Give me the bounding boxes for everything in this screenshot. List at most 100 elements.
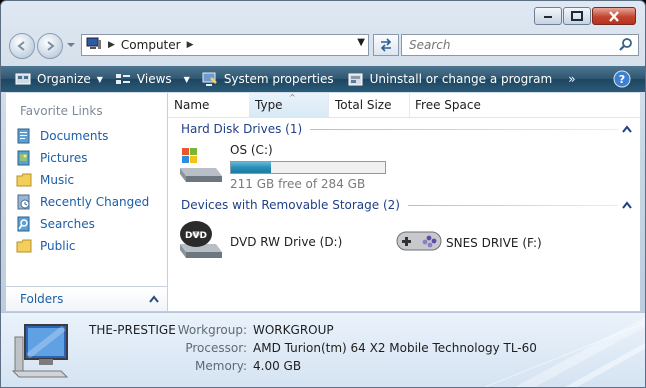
folders-toggle[interactable]: Folders (6, 286, 167, 311)
column-label: Name (174, 98, 210, 112)
recent-pages-dropdown[interactable] (66, 39, 76, 51)
fav-link-label: Pictures (40, 151, 88, 165)
dvd-drive-icon: DVD (176, 218, 224, 265)
details-pane: THE-PRESTIGE Workgroup: WORKGROUP Proces… (1, 312, 645, 387)
refresh-icon (380, 38, 392, 52)
column-header-free-space[interactable]: Free Space (409, 93, 505, 117)
search-box[interactable] (401, 34, 639, 56)
workgroup-label: Workgroup: (177, 323, 247, 337)
breadcrumb-separator-icon[interactable]: ▶ (187, 40, 194, 50)
drive-name: SNES DRIVE (F:) (446, 235, 542, 250)
close-button[interactable] (592, 7, 636, 25)
folders-label: Folders (20, 292, 64, 306)
search-input[interactable] (407, 37, 611, 53)
maximize-icon (571, 11, 583, 21)
breadcrumb-separator-icon[interactable]: ▶ (108, 40, 115, 50)
computer-icon (11, 323, 71, 382)
column-label: Free Space (415, 98, 481, 112)
memory-value: 4.00 GB (253, 359, 302, 373)
views-button[interactable]: Views ▼ (109, 66, 196, 92)
drive-c[interactable]: OS (C:) 211 GB free of 284 GB (176, 143, 386, 191)
organize-button[interactable]: Organize ▼ (9, 66, 109, 92)
fav-link-searches[interactable]: Searches (16, 216, 95, 232)
maximize-button[interactable] (563, 7, 591, 25)
explorer-window: ▶ Computer ▶ ▼ Organize ▼ Views ▼ (0, 0, 646, 388)
processor-value: AMD Turion(tm) 64 X2 Mobile Technology T… (253, 341, 537, 355)
chevron-down-icon: ▼ (183, 74, 190, 84)
workgroup-value: WORKGROUP (253, 323, 334, 337)
minimize-button[interactable] (534, 7, 562, 25)
chevron-down-icon: ▼ (96, 74, 103, 84)
computer-icon (86, 37, 102, 54)
command-toolbar: Organize ▼ Views ▼ System properties Uni… (1, 66, 645, 92)
address-dropdown-icon[interactable]: ▼ (357, 37, 365, 48)
back-arrow-icon (17, 41, 25, 51)
group-removable-storage[interactable]: Devices with Removable Storage (2) (181, 197, 640, 213)
fav-link-label: Music (40, 173, 75, 187)
fav-link-music[interactable]: Music (16, 172, 74, 188)
group-hard-disk-drives[interactable]: Hard Disk Drives (1) (181, 121, 640, 137)
column-header-name[interactable]: Name (168, 93, 250, 117)
memory-label: Memory: (195, 359, 247, 373)
system-properties-button[interactable]: System properties (196, 66, 340, 92)
drive-d[interactable]: DVD DVD RW Drive (D:) (176, 218, 342, 265)
documents-icon (16, 128, 32, 144)
more-commands-label: » (568, 72, 576, 86)
address-bar[interactable]: ▶ Computer ▶ ▼ (81, 34, 369, 56)
close-icon (609, 10, 619, 22)
more-commands-button[interactable]: » (562, 66, 581, 92)
music-folder-icon (16, 172, 32, 188)
chevron-up-icon[interactable] (622, 122, 632, 136)
processor-row: Processor: AMD Turion(tm) 64 X2 Mobile T… (162, 341, 537, 355)
help-button[interactable]: ? (607, 66, 637, 92)
chevron-down-icon (67, 43, 75, 47)
public-folder-icon (16, 238, 32, 254)
navigation-row: ▶ Computer ▶ ▼ (9, 33, 639, 59)
drive-name: DVD RW Drive (D:) (230, 234, 343, 249)
fav-link-label: Searches (40, 217, 95, 231)
drive-name: OS (C:) (230, 143, 273, 157)
group-label: Devices with Removable Storage (2) (181, 198, 400, 212)
column-label: Total Size (335, 98, 392, 112)
minimize-icon (544, 16, 552, 18)
uninstall-program-button[interactable]: Uninstall or change a program (342, 66, 559, 92)
favorite-links-heading: Favorite Links (20, 104, 103, 118)
forward-button[interactable] (37, 33, 63, 59)
hard-drive-icon (176, 146, 224, 189)
sort-arrow-icon: ^ (289, 93, 296, 102)
uninstall-program-label: Uninstall or change a program (369, 72, 553, 86)
column-header-total-size[interactable]: Total Size (329, 93, 410, 117)
content-pane: Name ^ Type Total Size Free Space Hard D… (168, 93, 640, 311)
breadcrumb-computer[interactable]: Computer (121, 38, 181, 52)
fav-link-public[interactable]: Public (16, 238, 76, 254)
svg-text:DVD: DVD (185, 231, 207, 241)
system-properties-label: System properties (223, 72, 334, 86)
navigation-pane: Favorite Links Documents Pictures Music … (6, 93, 168, 311)
snes-controller-icon (396, 229, 442, 256)
column-label: Type (255, 98, 283, 112)
column-header-type[interactable]: ^ Type (249, 93, 329, 117)
drive-usage-fill (231, 162, 271, 173)
chevron-up-icon[interactable] (622, 198, 632, 212)
drive-f[interactable]: SNES DRIVE (F:) (396, 229, 542, 256)
uninstall-program-icon (348, 72, 364, 87)
recently-changed-icon (16, 194, 32, 210)
system-properties-icon (202, 72, 218, 87)
fav-link-label: Documents (40, 129, 109, 143)
search-icon[interactable] (619, 37, 633, 54)
organize-label: Organize (37, 72, 91, 86)
fav-link-label: Public (40, 239, 76, 253)
fav-link-recently-changed[interactable]: Recently Changed (16, 194, 149, 210)
fav-link-pictures[interactable]: Pictures (16, 150, 88, 166)
back-button[interactable] (9, 33, 35, 59)
group-divider (310, 128, 618, 130)
views-icon (115, 72, 131, 86)
help-icon: ? (613, 70, 631, 88)
chevron-up-icon (149, 292, 159, 306)
refresh-button[interactable] (373, 34, 399, 56)
caption-buttons (533, 7, 636, 25)
memory-row: Memory: 4.00 GB (162, 359, 301, 373)
fav-link-label: Recently Changed (40, 195, 150, 209)
pictures-icon (16, 150, 32, 166)
fav-link-documents[interactable]: Documents (16, 128, 108, 144)
